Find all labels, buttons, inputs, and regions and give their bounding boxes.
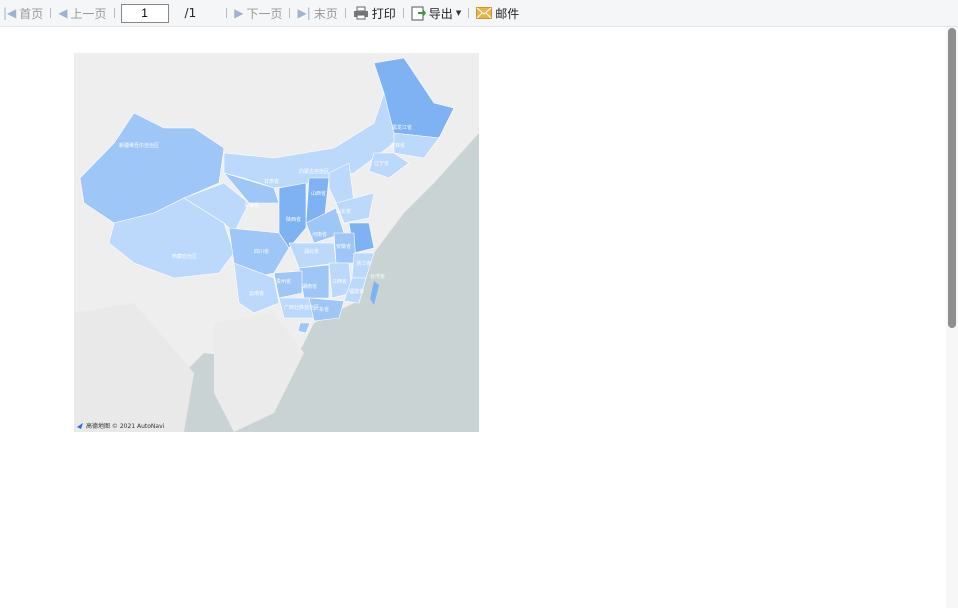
printer-icon — [353, 6, 368, 20]
first-page-label: 首页 — [19, 6, 44, 21]
prev-page-icon: ◀ — [58, 6, 68, 20]
map-label: 新疆维吾尔自治区 — [119, 142, 159, 149]
map-label: 河南省 — [312, 231, 327, 238]
map-label: 吉林省 — [390, 142, 405, 149]
scrollbar-thumb[interactable] — [948, 28, 956, 328]
divider — [289, 8, 291, 18]
map-label: 四川省 — [254, 248, 269, 255]
prev-page-label: 上一页 — [70, 6, 107, 21]
map-label: 黑龙江省 — [392, 124, 412, 131]
map-label: 青海省 — [244, 202, 259, 209]
divider — [113, 8, 115, 18]
export-icon — [411, 6, 426, 21]
map-label: 辽宁省 — [374, 160, 389, 167]
map-label: 甘肃省 — [264, 178, 279, 185]
map-attribution: 高德地图 © 2021 AutoNavi — [76, 421, 164, 430]
export-label: 导出 — [428, 6, 453, 21]
map-label: 山东省 — [336, 208, 351, 215]
amap-logo-icon — [77, 422, 83, 429]
map-label: 浙江省 — [356, 260, 371, 267]
map-label: 广东省 — [314, 306, 329, 313]
map-label: 安徽省 — [336, 243, 351, 250]
first-page-button[interactable]: |◀ 首页 — [0, 0, 46, 26]
page-total: /1 — [184, 6, 197, 20]
first-page-icon: |◀ — [3, 6, 17, 20]
prev-page-button[interactable]: ◀ 上一页 — [55, 0, 109, 26]
map-label: 湖南省 — [302, 283, 317, 290]
divider — [226, 8, 228, 18]
map-canvas: 新疆维吾尔自治区 西藏自治区 黑龙江省 吉林省 辽宁省 内蒙古自治区 山西省 陕… — [74, 53, 479, 432]
last-page-label: 末页 — [313, 6, 338, 21]
map-label: 台湾省 — [370, 273, 385, 280]
map-label: 山西省 — [311, 190, 326, 197]
map-label: 云南省 — [249, 290, 264, 297]
map-label: 内蒙古自治区 — [299, 168, 329, 175]
divider — [468, 8, 470, 18]
mail-label: 邮件 — [495, 6, 520, 21]
export-button[interactable]: 导出 ▼ — [408, 0, 464, 26]
page-number-input[interactable] — [120, 3, 169, 23]
print-button[interactable]: 打印 — [350, 0, 399, 26]
map-label: 湖北省 — [304, 248, 319, 255]
map-label: 江西省 — [332, 278, 347, 285]
map-label: 西藏自治区 — [172, 253, 197, 260]
last-page-icon: ▶| — [297, 6, 311, 20]
mail-button[interactable]: 邮件 — [473, 0, 522, 26]
divider — [50, 8, 52, 18]
divider — [344, 8, 346, 18]
province-hunan[interactable] — [298, 264, 330, 299]
next-page-label: 下一页 — [246, 6, 283, 21]
last-page-button[interactable]: ▶| 末页 — [294, 0, 340, 26]
envelope-icon — [476, 7, 493, 19]
next-page-button[interactable]: ▶ 下一页 — [231, 0, 285, 26]
divider — [402, 8, 404, 18]
report-toolbar: |◀首页 ◀上一页 /1 ▶下一页 ▶|末页 打印 导出 ▼ 邮件 — [0, 0, 958, 27]
china-map[interactable]: 新疆维吾尔自治区 西藏自治区 黑龙江省 吉林省 辽宁省 内蒙古自治区 山西省 陕… — [74, 53, 479, 432]
map-label: 福建省 — [349, 288, 364, 295]
next-page-icon: ▶ — [234, 6, 244, 20]
vertical-scrollbar[interactable] — [946, 27, 958, 608]
map-label: 贵州省 — [276, 278, 291, 285]
attribution-text: 高德地图 © 2021 AutoNavi — [86, 423, 165, 430]
print-label: 打印 — [371, 6, 396, 21]
map-label: 陕西省 — [286, 216, 301, 223]
chevron-down-icon: ▼ — [455, 9, 462, 17]
